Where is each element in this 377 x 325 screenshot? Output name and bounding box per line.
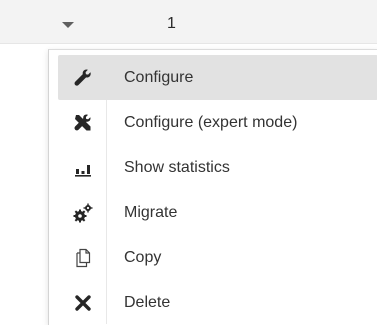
menu-item-delete[interactable]: Delete: [58, 280, 377, 325]
menu-item-configure-expert[interactable]: Configure (expert mode): [58, 100, 377, 145]
menu-item-label: Migrate: [124, 203, 178, 221]
menu-item-migrate[interactable]: Migrate: [58, 190, 377, 235]
menu-item-show-statistics[interactable]: Show statistics: [58, 145, 377, 190]
gears-icon: [58, 190, 108, 235]
menu-item-configure[interactable]: Configure: [58, 55, 377, 100]
table-header-row: 1: [0, 0, 377, 44]
dropdown-toggle-button[interactable]: [56, 14, 80, 34]
menu-item-label: Configure: [124, 68, 194, 86]
tools-icon: [58, 100, 108, 145]
context-menu: Configure Configure (expert mode) Show s…: [48, 49, 377, 325]
bar-chart-icon: [58, 145, 108, 190]
copy-icon: [58, 235, 108, 280]
delete-x-icon: [58, 280, 108, 325]
menu-item-label: Delete: [124, 293, 171, 311]
menu-item-label: Copy: [124, 248, 162, 266]
menu-item-copy[interactable]: Copy: [58, 235, 377, 280]
menu-item-list: Configure Configure (expert mode) Show s…: [58, 55, 377, 325]
row-number: 1: [167, 15, 176, 32]
menu-item-label: Configure (expert mode): [124, 113, 298, 131]
menu-item-label: Show statistics: [124, 158, 230, 176]
wrench-icon: [58, 55, 108, 100]
